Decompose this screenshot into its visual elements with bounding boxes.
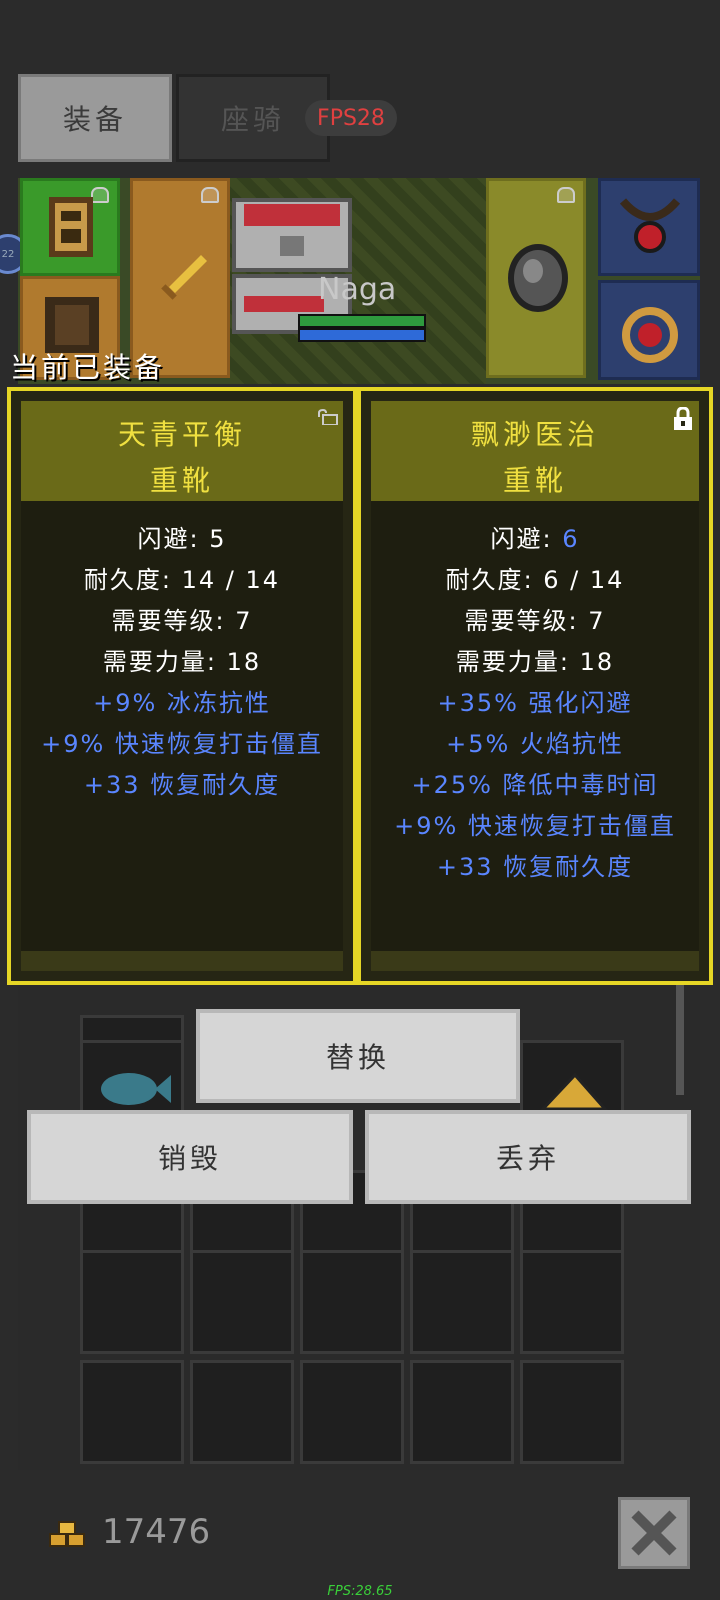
affix: +9% 冰冻抗性	[93, 689, 271, 717]
gold-amount: 17476	[102, 1512, 211, 1552]
affix: +33 恢复耐久度	[83, 771, 281, 799]
amulet-icon	[619, 198, 681, 253]
inventory-slot[interactable]	[80, 1360, 184, 1464]
helmet-slot[interactable]	[20, 178, 120, 276]
inventory-slot[interactable]	[520, 1360, 624, 1464]
stat-required-level: 需要等级: 7	[111, 607, 253, 635]
card-footer	[371, 951, 699, 971]
ring-icon	[622, 307, 678, 363]
item-name: 飘渺医治	[470, 418, 599, 451]
affix: +9% 快速恢复打击僵直	[394, 812, 676, 840]
affix: +25% 降低中毒时间	[411, 771, 659, 799]
affix: +33 恢复耐久度	[436, 853, 634, 881]
inventory-slot[interactable]	[410, 1360, 514, 1464]
shield-icon	[508, 244, 568, 312]
item-name: 天青平衡	[117, 418, 246, 451]
destroy-button[interactable]: 销毁	[27, 1110, 353, 1204]
stat-required-strength: 需要力量: 18	[102, 648, 262, 676]
inventory-slot[interactable]	[300, 1250, 404, 1354]
affix: +5% 火焰抗性	[446, 730, 624, 758]
tab-equipment[interactable]: 装备	[18, 74, 172, 162]
gold-coins-icon	[49, 1521, 85, 1547]
inventory-slot[interactable]	[520, 1250, 624, 1354]
new-item-card: 飘渺医治 重靴 闪避: 6 耐久度: 6 / 14 需要等级: 7 需要力量: …	[357, 387, 713, 985]
sword-icon	[161, 255, 207, 300]
fish-icon	[101, 1073, 171, 1105]
character-name: Naga	[318, 272, 397, 307]
health-bar	[298, 314, 426, 328]
affix: +35% 强化闪避	[437, 689, 633, 717]
current-equipped-label: 当前已装备	[10, 351, 166, 384]
replace-button[interactable]: 替换	[196, 1009, 520, 1103]
cheese-icon	[539, 1072, 609, 1111]
helmet-icon	[49, 197, 93, 257]
lock-icon	[557, 187, 575, 203]
affix: +9% 快速恢复打击僵直	[41, 730, 323, 758]
discard-button[interactable]: 丢弃	[365, 1110, 691, 1204]
mana-bar	[298, 328, 426, 342]
stat-durability: 耐久度: 6 / 14	[445, 566, 625, 594]
item-type: 重靴	[502, 464, 567, 497]
inventory-slot[interactable]	[300, 1360, 404, 1464]
close-button[interactable]	[618, 1497, 690, 1569]
inventory-slot[interactable]	[190, 1360, 294, 1464]
ring-slot[interactable]	[598, 280, 700, 380]
inventory-scrollbar[interactable]	[676, 985, 684, 1095]
fps-badge: FPS28	[305, 100, 397, 136]
inventory-slot[interactable]	[410, 1250, 514, 1354]
shield-slot[interactable]	[486, 178, 586, 378]
amulet-slot[interactable]	[598, 178, 700, 276]
fps-counter: FPS:28.65	[327, 1584, 393, 1599]
inventory-slot[interactable]	[190, 1250, 294, 1354]
equipped-item-card: 天青平衡 重靴 闪避: 5 耐久度: 14 / 14 需要等级: 7 需要力量:…	[7, 387, 357, 985]
stat-required-level: 需要等级: 7	[464, 607, 606, 635]
stat-dodge: 闪避: 5	[137, 525, 227, 553]
lock-icon	[201, 187, 219, 203]
stat-dodge: 闪避: 6	[490, 525, 580, 553]
close-icon	[631, 1510, 677, 1556]
inventory-slot[interactable]	[80, 1250, 184, 1354]
stat-required-strength: 需要力量: 18	[455, 648, 615, 676]
item-type: 重靴	[149, 464, 214, 497]
stat-durability: 耐久度: 14 / 14	[83, 566, 281, 594]
card-footer	[21, 951, 343, 971]
